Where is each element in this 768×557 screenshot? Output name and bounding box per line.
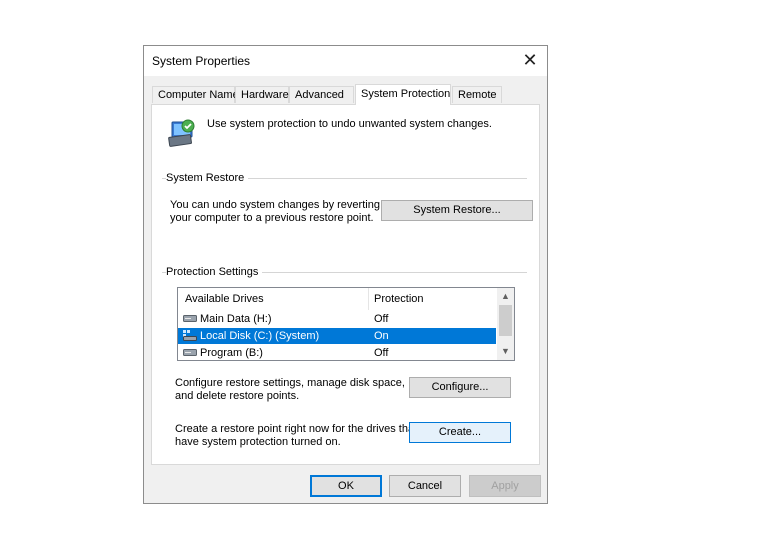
column-separator[interactable] xyxy=(368,288,369,310)
drive-name: Main Data (H:) xyxy=(200,313,272,325)
tab-advanced[interactable]: Advanced xyxy=(289,86,354,103)
scroll-up-icon[interactable]: ▲ xyxy=(497,288,514,305)
title-bar: System Properties ✕ xyxy=(144,46,547,76)
drive-icon xyxy=(183,315,197,322)
drive-protection-status: Off xyxy=(374,313,389,325)
create-description-line1: Create a restore point right now for the… xyxy=(175,423,418,435)
system-restore-group-label: System Restore xyxy=(166,172,249,184)
configure-button[interactable]: Configure... xyxy=(409,377,511,398)
tab-remote[interactable]: Remote xyxy=(452,86,502,103)
drive-name: Local Disk (C:) (System) xyxy=(200,330,320,342)
apply-button[interactable]: Apply xyxy=(469,475,541,497)
tab-hardware[interactable]: Hardware xyxy=(235,86,289,103)
ok-button[interactable]: OK xyxy=(310,475,382,497)
configure-description-line2: and delete restore points. xyxy=(175,390,300,402)
create-description-line2: have system protection turned on. xyxy=(175,436,341,448)
drive-row-local-disk-c[interactable]: Local Disk (C:) (System) On xyxy=(178,328,496,344)
cancel-button[interactable]: Cancel xyxy=(389,475,461,497)
system-restore-description-line2: your computer to a previous restore poin… xyxy=(170,212,374,224)
intro-text: Use system protection to undo unwanted s… xyxy=(207,118,492,130)
system-restore-button[interactable]: System Restore... xyxy=(381,200,533,221)
create-button[interactable]: Create... xyxy=(409,422,511,443)
drive-row-program-b[interactable]: Program (B:) Off xyxy=(178,345,496,360)
column-header-protection[interactable]: Protection xyxy=(374,293,424,305)
system-drive-icon xyxy=(183,330,197,341)
close-icon: ✕ xyxy=(522,50,538,70)
window-title: System Properties xyxy=(152,54,251,68)
tab-computer-name[interactable]: Computer Name xyxy=(152,86,239,103)
drive-icon xyxy=(183,349,197,356)
protection-settings-group-label: Protection Settings xyxy=(166,266,263,278)
configure-description-line1: Configure restore settings, manage disk … xyxy=(175,377,405,389)
system-protection-icon xyxy=(168,119,195,147)
drive-row-main-data[interactable]: Main Data (H:) Off xyxy=(178,311,496,327)
drive-protection-status: On xyxy=(374,330,389,342)
drives-list-header: Available Drives Protection xyxy=(178,288,496,310)
close-button[interactable]: ✕ xyxy=(513,46,547,76)
scroll-thumb[interactable] xyxy=(499,305,512,336)
drive-name: Program (B:) xyxy=(200,347,263,359)
system-restore-description: You can undo system changes by reverting… xyxy=(170,199,380,225)
system-restore-description-line1: You can undo system changes by reverting xyxy=(170,199,380,211)
create-description: Create a restore point right now for the… xyxy=(175,423,417,449)
drive-protection-status: Off xyxy=(374,347,389,359)
tab-system-protection[interactable]: System Protection xyxy=(355,84,451,105)
system-protection-panel: Use system protection to undo unwanted s… xyxy=(151,104,540,465)
configure-description: Configure restore settings, manage disk … xyxy=(175,377,405,403)
scroll-down-icon[interactable]: ▼ xyxy=(497,343,514,360)
drives-listbox[interactable]: Available Drives Protection Main Data (H… xyxy=(177,287,515,361)
column-header-available-drives[interactable]: Available Drives xyxy=(185,293,264,305)
drives-scrollbar[interactable]: ▲ ▼ xyxy=(497,288,514,360)
system-properties-dialog: System Properties ✕ Computer Name Hardwa… xyxy=(143,45,548,504)
